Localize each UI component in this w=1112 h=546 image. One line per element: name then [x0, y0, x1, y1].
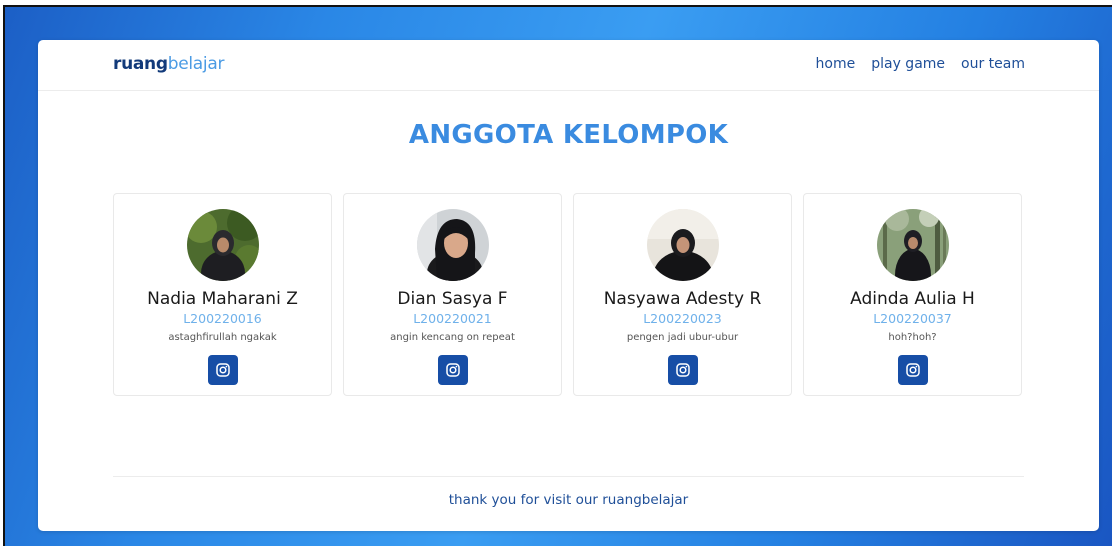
member-name: Adinda Aulia H [850, 289, 975, 309]
instagram-icon [215, 363, 230, 377]
team-list: Nadia Maharani Z L200220016 astaghfirull… [113, 193, 1022, 396]
page-card: ruangbelajar home play game our team ANG… [38, 40, 1099, 531]
member-avatar [186, 209, 259, 281]
member-name: Dian Sasya F [397, 289, 508, 309]
member-name: Nadia Maharani Z [147, 289, 298, 309]
member-quote: angin kencang on repeat [390, 332, 515, 343]
instagram-icon [905, 363, 920, 377]
browser-background: ruangbelajar home play game our team ANG… [3, 5, 1112, 546]
member-quote: astaghfirullah ngakak [168, 332, 277, 343]
member-card: Adinda Aulia H L200220037 hoh?hoh? [803, 193, 1022, 396]
instagram-icon [675, 363, 690, 377]
footer-divider [113, 476, 1024, 477]
member-avatar [416, 209, 489, 281]
member-id: L200220023 [643, 311, 722, 326]
page-title: ANGGOTA KELOMPOK [408, 120, 729, 150]
instagram-button[interactable] [667, 355, 698, 385]
brand-logo[interactable]: ruangbelajar [113, 54, 224, 74]
member-card: Nasyawa Adesty R L200220023 pengen jadi … [573, 193, 792, 396]
member-avatar [876, 209, 949, 281]
instagram-button[interactable] [437, 355, 468, 385]
navbar: ruangbelajar home play game our team [38, 40, 1099, 91]
nav-link-home[interactable]: home [816, 56, 856, 72]
member-id: L200220037 [873, 311, 952, 326]
instagram-icon [445, 363, 460, 377]
brand-part-2: belajar [167, 54, 225, 74]
member-quote: pengen jadi ubur-ubur [626, 332, 739, 343]
nav-link-play-game[interactable]: play game [871, 56, 945, 72]
instagram-button[interactable] [897, 355, 928, 385]
member-avatar [646, 209, 719, 281]
member-name: Nasyawa Adesty R [603, 289, 762, 309]
nav-links: home play game our team [816, 56, 1025, 72]
footer-text: thank you for visit our ruangbelajar [448, 492, 689, 508]
member-id: L200220016 [183, 311, 262, 326]
member-id: L200220021 [413, 311, 492, 326]
member-card: Nadia Maharani Z L200220016 astaghfirull… [113, 193, 332, 396]
member-quote: hoh?hoh? [888, 332, 937, 343]
instagram-button[interactable] [207, 355, 238, 385]
nav-link-our-team[interactable]: our team [961, 56, 1025, 72]
member-card: Dian Sasya F L200220021 angin kencang on… [343, 193, 562, 396]
brand-part-1: ruang [113, 54, 168, 74]
